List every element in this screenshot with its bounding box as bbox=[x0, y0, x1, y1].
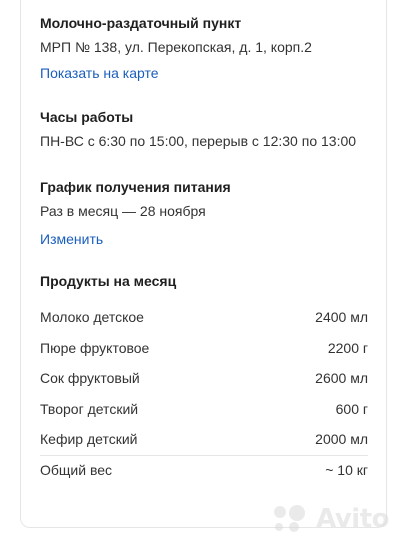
pickup-point-section: Молочно-раздаточный пункт МРП № 138, ул.… bbox=[40, 14, 368, 82]
product-name: Пюре фруктовое bbox=[40, 339, 150, 356]
edit-schedule-link[interactable]: Изменить bbox=[40, 230, 368, 248]
working-hours-title: Часы работы bbox=[40, 109, 134, 125]
total-label: Общий вес bbox=[40, 462, 113, 479]
table-row: Кефир детский 2000 мл bbox=[40, 424, 368, 455]
avito-watermark: Avito bbox=[270, 504, 389, 534]
product-name: Сок фруктовый bbox=[40, 370, 140, 387]
table-row: Творог детский 600 г bbox=[40, 394, 368, 425]
table-row: Пюре фруктовое 2200 г bbox=[40, 333, 368, 364]
table-row: Молоко детское 2400 мл bbox=[40, 302, 368, 333]
product-value: 2400 мл bbox=[315, 309, 368, 326]
product-value: 2600 мл bbox=[315, 370, 368, 387]
avito-watermark-text: Avito bbox=[316, 504, 389, 534]
show-on-map-link[interactable]: Показать на карте bbox=[40, 64, 368, 82]
total-value: ~ 10 кг bbox=[325, 462, 368, 479]
avito-dots-icon bbox=[274, 505, 306, 532]
product-value: 600 г bbox=[335, 400, 368, 417]
pickup-point-address: МРП № 138, ул. Перекопская, д. 1, корп.2 bbox=[40, 39, 312, 55]
products-title: Продукты на месяц bbox=[40, 273, 177, 289]
products-table: Молоко детское 2400 мл Пюре фруктовое 22… bbox=[40, 302, 368, 485]
pickup-point-title: Молочно-раздаточный пункт bbox=[40, 15, 242, 31]
product-name: Кефир детский bbox=[40, 431, 138, 448]
table-row: Сок фруктовый 2600 мл bbox=[40, 363, 368, 394]
total-row: Общий вес ~ 10 кг bbox=[40, 454, 368, 486]
products-section: Продукты на месяц Молоко детское 2400 мл… bbox=[40, 272, 368, 485]
product-name: Творог детский bbox=[40, 400, 139, 417]
working-hours-text: ПН-ВС с 6:30 по 15:00, перерыв с 12:30 п… bbox=[40, 133, 357, 149]
product-value: 2000 мл bbox=[315, 431, 368, 448]
product-name: Молоко детское bbox=[40, 309, 144, 326]
schedule-section: График получения питания Раз в месяц — 2… bbox=[40, 178, 368, 248]
product-value: 2200 г bbox=[327, 339, 368, 356]
schedule-text: Раз в месяц — 28 ноября bbox=[40, 203, 206, 219]
working-hours-section: Часы работы ПН-ВС с 6:30 по 15:00, перер… bbox=[40, 108, 368, 150]
schedule-title: График получения питания bbox=[40, 179, 231, 195]
info-card: Молочно-раздаточный пункт МРП № 138, ул.… bbox=[20, 0, 387, 528]
